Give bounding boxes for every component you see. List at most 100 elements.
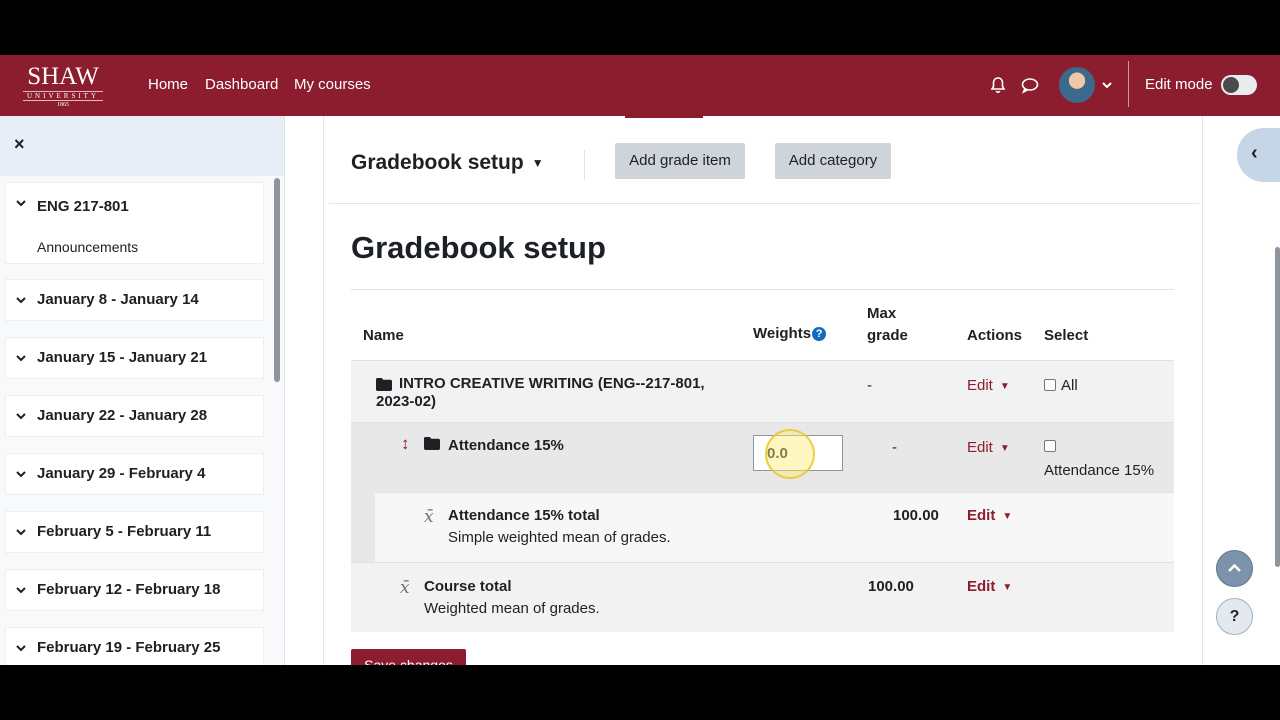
cursor-highlight bbox=[765, 429, 815, 479]
folder-icon bbox=[376, 378, 392, 391]
section-title[interactable]: January 8 - January 14 bbox=[37, 291, 199, 308]
chevron-down-icon[interactable] bbox=[15, 526, 27, 540]
chevron-down-icon[interactable] bbox=[15, 352, 27, 366]
section-title[interactable]: January 15 - January 21 bbox=[37, 349, 207, 366]
add-grade-item-button[interactable]: Add grade item bbox=[615, 143, 745, 179]
table-top-border bbox=[351, 289, 1174, 290]
screen: SHAW UNIVERSITY 1865 Home Dashboard My c… bbox=[0, 55, 1280, 665]
section-title[interactable]: February 19 - February 25 bbox=[37, 639, 220, 656]
gradebook-setup-selector[interactable]: Gradebook setup ▼ bbox=[351, 151, 544, 175]
bell-icon[interactable] bbox=[988, 75, 1008, 95]
chevron-down-icon: ▼ bbox=[999, 443, 1010, 454]
drawer-header: × bbox=[0, 116, 284, 176]
page-title: Gradebook setup bbox=[351, 230, 606, 265]
edit-mode-label: Edit mode bbox=[1145, 76, 1213, 93]
max-grade-value: - bbox=[892, 439, 897, 456]
table-row: x̄ Attendance 15% total Simple weighted … bbox=[351, 492, 1174, 562]
attendance-total-description: Simple weighted mean of grades. bbox=[448, 529, 671, 546]
chevron-down-icon[interactable] bbox=[15, 642, 27, 656]
chevron-down-icon[interactable] bbox=[15, 197, 27, 211]
logo-line-3: 1865 bbox=[57, 102, 69, 108]
section-title[interactable]: January 29 - February 4 bbox=[37, 465, 205, 482]
week-section[interactable]: January 8 - January 14 bbox=[5, 279, 264, 321]
edit-label: Edit bbox=[967, 578, 996, 595]
section-title[interactable]: February 12 - February 18 bbox=[37, 581, 220, 598]
category-name-line2: 2023-02) bbox=[376, 393, 437, 410]
select-all-checkbox[interactable] bbox=[1044, 379, 1056, 391]
divider bbox=[329, 203, 1199, 204]
chevron-down-icon: ▼ bbox=[1002, 582, 1013, 593]
site-logo[interactable]: SHAW UNIVERSITY 1865 bbox=[17, 64, 109, 109]
back-to-top-button[interactable] bbox=[1216, 550, 1253, 587]
max-grade-value: 100.00 bbox=[893, 507, 939, 524]
week-section[interactable]: February 19 - February 25 bbox=[5, 627, 264, 665]
nav-home[interactable]: Home bbox=[148, 75, 188, 95]
week-section[interactable]: January 15 - January 21 bbox=[5, 337, 264, 379]
calculator-sigma-icon: x̄ bbox=[400, 578, 410, 598]
attendance-total-name: Attendance 15% total bbox=[448, 507, 600, 524]
chevron-down-icon[interactable] bbox=[15, 410, 27, 424]
course-section[interactable]: ENG 217-801 Announcements bbox=[5, 182, 264, 264]
chevron-down-icon[interactable] bbox=[15, 294, 27, 308]
close-drawer-icon[interactable]: × bbox=[14, 134, 25, 154]
course-total-description: Weighted mean of grades. bbox=[424, 600, 600, 617]
chevron-up-icon bbox=[1228, 563, 1241, 572]
add-category-button[interactable]: Add category bbox=[775, 143, 891, 179]
chat-bubble-icon[interactable] bbox=[1020, 75, 1040, 95]
edit-mode-toggle[interactable] bbox=[1221, 75, 1257, 95]
table-row: x̄ Course total Weighted mean of grades.… bbox=[351, 562, 1174, 632]
table-row: ↕ Attendance 15% 0.0 - Edit ▼ Attendance … bbox=[351, 422, 1174, 492]
main-content: Gradebook setup ▼ Add grade item Add cate… bbox=[323, 116, 1203, 665]
section-title[interactable]: ENG 217-801 bbox=[37, 198, 129, 215]
folder-icon bbox=[424, 437, 440, 450]
help-icon[interactable]: ? bbox=[812, 327, 827, 341]
week-section[interactable]: February 12 - February 18 bbox=[5, 569, 264, 611]
select-checkbox[interactable] bbox=[1044, 440, 1056, 452]
attendance-category-name: Attendance 15% bbox=[448, 437, 564, 454]
chevron-down-icon: ▼ bbox=[999, 381, 1010, 392]
category-name-line1: INTRO CREATIVE WRITING (ENG--217-801, bbox=[399, 375, 705, 392]
chevron-down-icon[interactable] bbox=[15, 468, 27, 482]
table-row: INTRO CREATIVE WRITING (ENG--217-801, 20… bbox=[351, 360, 1174, 422]
edit-menu[interactable]: Edit ▼ bbox=[967, 439, 1010, 458]
edit-label: Edit bbox=[967, 439, 993, 456]
select-label: Attendance 15% bbox=[1044, 462, 1155, 479]
chevron-down-icon: ▼ bbox=[1002, 511, 1013, 522]
chevron-down-icon[interactable] bbox=[15, 584, 27, 598]
section-item-announcements[interactable]: Announcements bbox=[37, 239, 138, 255]
page-scrollbar[interactable] bbox=[1275, 247, 1280, 567]
move-icon[interactable]: ↕ bbox=[401, 435, 410, 453]
section-title[interactable]: January 22 - January 28 bbox=[37, 407, 207, 424]
block-drawer-toggle[interactable]: ‹ bbox=[1237, 128, 1280, 182]
chevron-down-icon[interactable] bbox=[1100, 75, 1120, 95]
help-button[interactable]: ? bbox=[1216, 598, 1253, 635]
week-section[interactable]: January 22 - January 28 bbox=[5, 395, 264, 437]
column-header-max-grade: Max grade bbox=[867, 303, 908, 347]
nav-dashboard[interactable]: Dashboard bbox=[205, 75, 278, 95]
edit-menu[interactable]: Edit ▼ bbox=[967, 377, 1010, 396]
table-row-inner bbox=[375, 492, 1174, 562]
toolbar-divider bbox=[584, 150, 585, 180]
nav-my-courses[interactable]: My courses bbox=[294, 75, 371, 95]
active-tab-indicator bbox=[625, 116, 703, 118]
edit-label: Edit bbox=[967, 507, 996, 524]
chevron-left-icon: ‹ bbox=[1251, 142, 1258, 164]
save-changes-button[interactable]: Save changes bbox=[351, 649, 466, 665]
max-grade-value: - bbox=[867, 377, 872, 394]
column-header-name: Name bbox=[363, 327, 404, 344]
edit-menu[interactable]: Edit ▼ bbox=[967, 578, 1012, 597]
edit-menu[interactable]: Edit ▼ bbox=[967, 507, 1012, 526]
week-section[interactable]: February 5 - February 11 bbox=[5, 511, 264, 553]
week-section[interactable]: January 29 - February 4 bbox=[5, 453, 264, 495]
edit-label: Edit bbox=[967, 377, 993, 394]
select-all-label: All bbox=[1061, 377, 1078, 394]
chevron-down-icon: ▼ bbox=[531, 156, 544, 171]
max-grade-header-line2: grade bbox=[867, 327, 908, 344]
max-grade-header-line1: Max bbox=[867, 305, 897, 322]
course-total-name: Course total bbox=[424, 578, 512, 595]
drawer-scrollbar[interactable] bbox=[274, 178, 280, 382]
column-header-weights: Weights? bbox=[753, 323, 827, 345]
section-title[interactable]: February 5 - February 11 bbox=[37, 523, 211, 540]
logo-line-1: SHAW bbox=[27, 63, 99, 90]
avatar[interactable] bbox=[1059, 67, 1095, 103]
